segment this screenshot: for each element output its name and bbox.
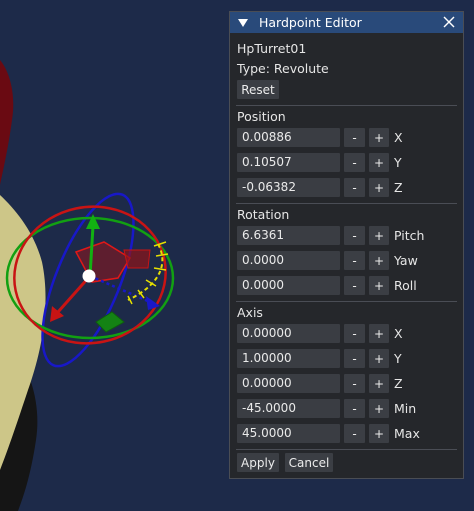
- rotation-pitch-input[interactable]: 6.6361: [237, 226, 340, 245]
- axis-z-decrement-button[interactable]: -: [344, 374, 365, 393]
- rotation-pitch-decrement-button[interactable]: -: [344, 226, 365, 245]
- rotation-yaw-label: Yaw: [394, 253, 418, 268]
- position-z-label: Z: [394, 180, 403, 195]
- hardpoint-name: HpTurret01: [237, 41, 307, 56]
- divider: [236, 105, 457, 106]
- rotation-roll-input[interactable]: 0.0000: [237, 276, 340, 295]
- hardpoint-type: Type: Revolute: [237, 61, 329, 76]
- position-y-label: Y: [394, 155, 402, 170]
- axis-min-label: Min: [394, 401, 417, 416]
- axis-x-label: X: [394, 326, 403, 341]
- axis-min-input[interactable]: -45.0000: [237, 399, 340, 418]
- rotation-pitch-label: Pitch: [394, 228, 425, 243]
- position-x-decrement-button[interactable]: -: [344, 128, 365, 147]
- apply-button[interactable]: Apply: [237, 453, 279, 472]
- axis-x-decrement-button[interactable]: -: [344, 324, 365, 343]
- triangle-down-icon[interactable]: [238, 18, 248, 27]
- divider: [236, 203, 457, 204]
- axis-max-label: Max: [394, 426, 420, 441]
- rotation-yaw-decrement-button[interactable]: -: [344, 251, 365, 270]
- position-z-increment-button[interactable]: +: [369, 178, 389, 197]
- axis-y-input[interactable]: 1.00000: [237, 349, 340, 368]
- axis-y-increment-button[interactable]: +: [369, 349, 389, 368]
- position-y-increment-button[interactable]: +: [369, 153, 389, 172]
- axis-min-increment-button[interactable]: +: [369, 399, 389, 418]
- rotation-roll-decrement-button[interactable]: -: [344, 276, 365, 295]
- axis-y-decrement-button[interactable]: -: [344, 349, 365, 368]
- position-section-label: Position: [237, 109, 286, 124]
- axis-z-increment-button[interactable]: +: [369, 374, 389, 393]
- rotation-section-label: Rotation: [237, 207, 290, 222]
- axis-z-label: Z: [394, 376, 403, 391]
- rotation-pitch-increment-button[interactable]: +: [369, 226, 389, 245]
- panel-titlebar[interactable]: Hardpoint Editor: [230, 12, 463, 33]
- position-y-decrement-button[interactable]: -: [344, 153, 365, 172]
- axis-x-input[interactable]: 0.00000: [237, 324, 340, 343]
- axis-max-increment-button[interactable]: +: [369, 424, 389, 443]
- rotation-yaw-increment-button[interactable]: +: [369, 251, 389, 270]
- axis-max-input[interactable]: 45.0000: [237, 424, 340, 443]
- axis-y-label: Y: [394, 351, 402, 366]
- hardpoint-editor-panel: Hardpoint Editor HpTurret01 Type: Revolu…: [229, 11, 464, 479]
- position-x-increment-button[interactable]: +: [369, 128, 389, 147]
- close-icon[interactable]: [441, 14, 457, 30]
- axis-min-decrement-button[interactable]: -: [344, 399, 365, 418]
- reset-button[interactable]: Reset: [237, 80, 279, 99]
- rotation-yaw-input[interactable]: 0.0000: [237, 251, 340, 270]
- position-z-input[interactable]: -0.06382: [237, 178, 340, 197]
- axis-x-increment-button[interactable]: +: [369, 324, 389, 343]
- cancel-button[interactable]: Cancel: [285, 453, 333, 472]
- position-x-input[interactable]: 0.00886: [237, 128, 340, 147]
- position-x-label: X: [394, 130, 403, 145]
- rotation-roll-increment-button[interactable]: +: [369, 276, 389, 295]
- rotation-roll-label: Roll: [394, 278, 417, 293]
- axis-z-input[interactable]: 0.00000: [237, 374, 340, 393]
- divider: [236, 449, 457, 450]
- axis-section-label: Axis: [237, 305, 263, 320]
- divider: [236, 301, 457, 302]
- panel-title: Hardpoint Editor: [259, 15, 362, 30]
- axis-max-decrement-button[interactable]: -: [344, 424, 365, 443]
- position-y-input[interactable]: 0.10507: [237, 153, 340, 172]
- position-z-decrement-button[interactable]: -: [344, 178, 365, 197]
